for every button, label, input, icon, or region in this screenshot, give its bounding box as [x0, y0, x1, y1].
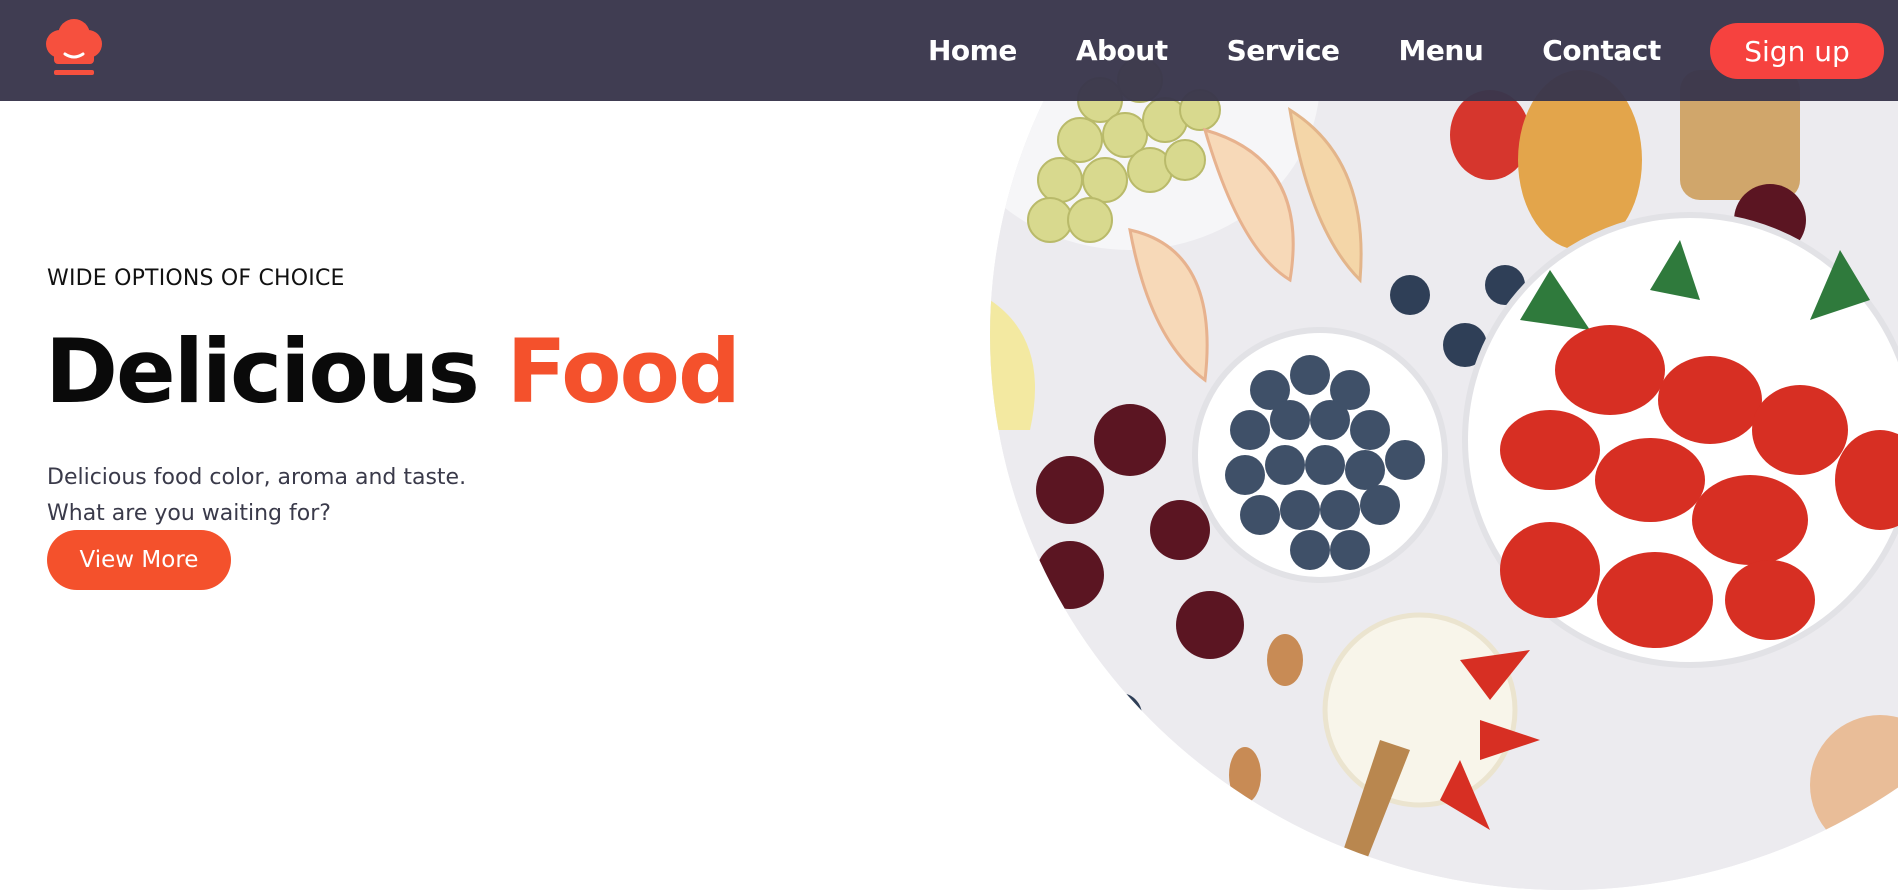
headline-accent: Food — [506, 320, 741, 423]
nav-link-home[interactable]: Home — [928, 34, 1017, 67]
nav-link-menu[interactable]: Menu — [1399, 34, 1484, 67]
top-navbar: Home About Service Menu Contact Sign up — [0, 0, 1898, 101]
chef-hat-icon[interactable] — [42, 18, 106, 80]
nav-link-service[interactable]: Service — [1227, 34, 1340, 67]
hero-headline: Delicious Food — [45, 318, 741, 426]
nav-link-about[interactable]: About — [1076, 34, 1168, 67]
food-photo-icon — [990, 0, 1898, 890]
hero-tagline: Delicious food color, aroma and taste. W… — [47, 460, 466, 532]
tagline-line-1: Delicious food color, aroma and taste. — [47, 465, 467, 490]
landing-page: Home About Service Menu Contact Sign up … — [0, 0, 1898, 892]
view-more-button[interactable]: View More — [47, 530, 231, 590]
signup-button[interactable]: Sign up — [1710, 23, 1884, 79]
hero-eyebrow: WIDE OPTIONS OF CHOICE — [47, 266, 345, 291]
nav-links: Home About Service Menu Contact — [928, 0, 1720, 101]
hero-food-image — [990, 0, 1898, 890]
headline-main: Delicious — [45, 320, 480, 423]
tagline-line-2: What are you waiting for? — [47, 501, 331, 526]
nav-link-contact[interactable]: Contact — [1542, 34, 1661, 67]
